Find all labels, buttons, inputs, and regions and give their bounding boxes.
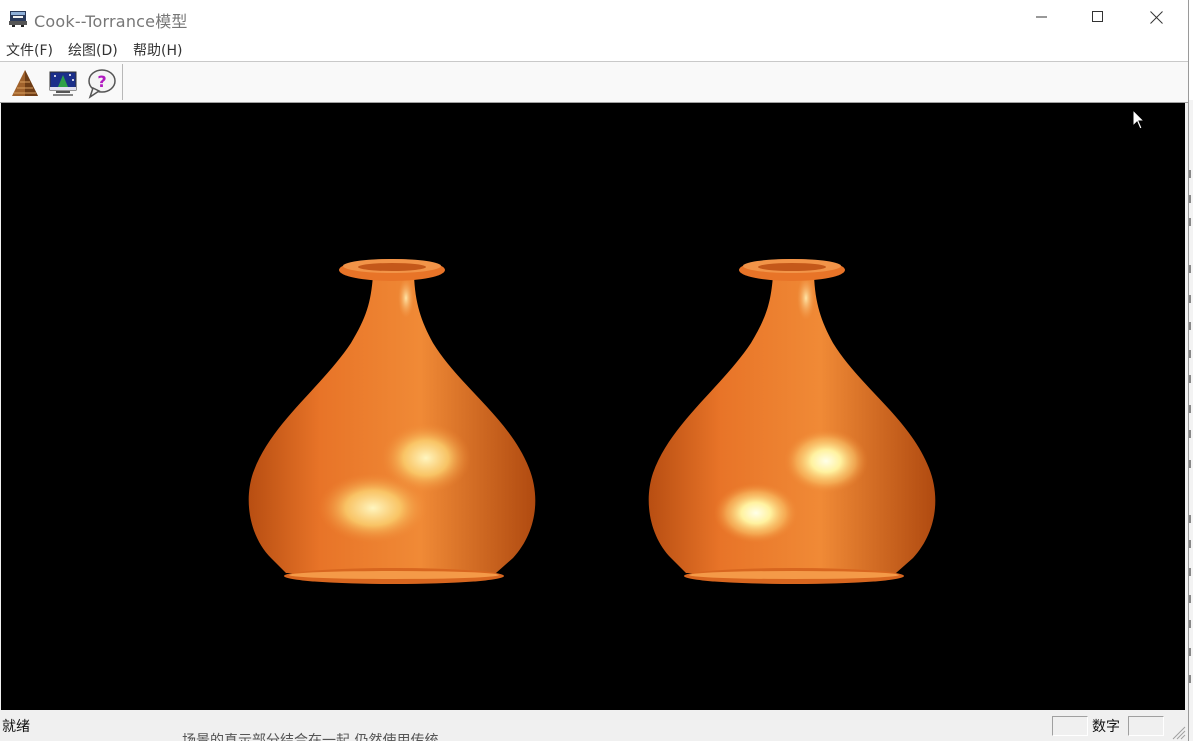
app-window: Cook--Torrance模型 文件(F) 绘图(D) 帮助(H) ? 就绪 … xyxy=(0,0,1189,741)
toolbar-help-button[interactable]: ? xyxy=(84,66,118,100)
status-pane-caps xyxy=(1052,716,1088,736)
resize-grip-icon[interactable] xyxy=(1170,724,1186,740)
menu-bar: 文件(F) 绘图(D) 帮助(H) xyxy=(0,36,1188,61)
toolbar-scene-button[interactable] xyxy=(46,66,80,100)
title-bar[interactable]: Cook--Torrance模型 xyxy=(0,0,1188,36)
window-title: Cook--Torrance模型 xyxy=(34,12,188,31)
scene-picture-icon xyxy=(49,71,77,96)
minimize-icon xyxy=(1036,16,1047,18)
vase-left xyxy=(248,259,536,584)
menu-draw[interactable]: 绘图(D) xyxy=(68,40,118,60)
toolbar: ? xyxy=(0,61,1188,103)
app-icon xyxy=(8,8,28,28)
vase-right xyxy=(648,259,936,584)
maximize-icon xyxy=(1092,11,1103,22)
maximize-button[interactable] xyxy=(1069,0,1127,34)
help-bubble-icon: ? xyxy=(88,69,116,99)
render-canvas[interactable] xyxy=(1,103,1185,710)
background-window-text: 场景的真示部分结合在一起,仍然使用传统... xyxy=(182,733,452,741)
toolbar-pyramid-button[interactable] xyxy=(8,66,42,100)
close-button[interactable] xyxy=(1127,0,1185,34)
pyramid-icon xyxy=(12,70,38,96)
menu-help[interactable]: 帮助(H) xyxy=(133,40,182,60)
menu-file[interactable]: 文件(F) xyxy=(6,40,53,60)
status-pane-scroll xyxy=(1128,716,1164,736)
minimize-button[interactable] xyxy=(1013,0,1071,34)
svg-text:?: ? xyxy=(97,72,106,91)
close-icon xyxy=(1149,10,1163,24)
toolbar-button-group: ? xyxy=(2,64,123,100)
status-pane-num: 数字 xyxy=(1092,719,1120,735)
status-text: 就绪 xyxy=(2,719,30,735)
mouse-cursor-icon xyxy=(1132,109,1146,130)
